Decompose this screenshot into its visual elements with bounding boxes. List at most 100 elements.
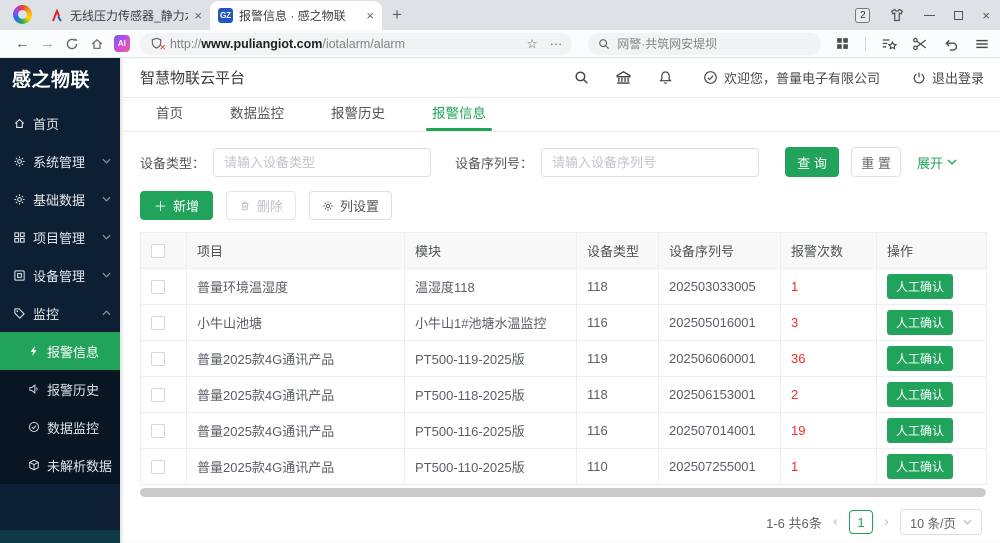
cell-alarm-count: 19 bbox=[781, 413, 877, 449]
columns-label: 列设置 bbox=[340, 196, 379, 215]
browser-search-input[interactable] bbox=[617, 37, 797, 51]
cell-project: 普量环境温湿度 bbox=[187, 269, 405, 305]
home-button[interactable] bbox=[85, 37, 110, 51]
tab-alarm-info[interactable]: 报警信息 bbox=[426, 102, 492, 131]
column-settings-button[interactable]: 列设置 bbox=[309, 191, 392, 220]
bookmark-star-icon[interactable]: ☆ bbox=[526, 36, 537, 51]
theme-shirt-icon[interactable] bbox=[889, 7, 905, 23]
tab-home[interactable]: 首页 bbox=[150, 102, 189, 131]
reload-button[interactable] bbox=[60, 37, 85, 51]
cell-module: PT500-116-2025版 bbox=[405, 413, 577, 449]
security-warning-x-icon: ✕ bbox=[159, 43, 166, 52]
filter-row: 设备类型： 设备序列号： 查 询 重 置 展开 bbox=[140, 147, 986, 177]
undo-history-icon[interactable] bbox=[943, 36, 959, 52]
user-welcome[interactable]: 欢迎您，普量电子有限公司 bbox=[703, 68, 880, 87]
ai-assistant-icon[interactable]: AI bbox=[114, 35, 130, 52]
gear-icon bbox=[13, 155, 26, 168]
serial-input[interactable] bbox=[541, 148, 759, 177]
next-page-button[interactable]: › bbox=[884, 515, 889, 530]
sidebar-item-label: 系统管理 bbox=[33, 152, 85, 171]
trash-icon bbox=[239, 200, 251, 212]
manual-confirm-button[interactable]: 人工确认 bbox=[887, 382, 953, 407]
sidebar: 感之物联 首页 系统管理 基础数据 项目管理 设备管理 监控 bbox=[0, 58, 120, 543]
sidebar-item-data-monitor[interactable]: 数据监控 bbox=[0, 408, 120, 446]
current-page-button[interactable]: 1 bbox=[849, 510, 873, 534]
sidebar-item-alarm-history[interactable]: 报警历史 bbox=[0, 370, 120, 408]
expand-toggle[interactable]: 展开 bbox=[917, 153, 957, 172]
more-options-icon[interactable]: ··· bbox=[550, 37, 563, 51]
close-window-button[interactable]: × bbox=[982, 8, 990, 23]
browser-logo-icon[interactable] bbox=[13, 5, 32, 24]
select-all-checkbox[interactable] bbox=[151, 244, 165, 258]
header-search-icon[interactable] bbox=[574, 70, 589, 85]
delete-button[interactable]: 删除 bbox=[226, 191, 296, 220]
sidebar-item-system-mgmt[interactable]: 系统管理 bbox=[0, 142, 120, 180]
search-button[interactable]: 查 询 bbox=[785, 147, 839, 177]
browser-tab-inactive[interactable]: 无线压力传感器_静力水准仪 × bbox=[42, 1, 210, 30]
favorites-list-icon[interactable] bbox=[881, 36, 897, 52]
row-checkbox[interactable] bbox=[151, 460, 165, 474]
table-row: 普量环境温湿度 温湿度118 118 202503033005 1 人工确认 bbox=[141, 269, 987, 305]
sidebar-item-base-data[interactable]: 基础数据 bbox=[0, 180, 120, 218]
browser-search-box[interactable] bbox=[588, 33, 821, 55]
notifications-bell-icon[interactable] bbox=[658, 70, 673, 85]
home-icon bbox=[13, 117, 26, 130]
row-checkbox[interactable] bbox=[151, 316, 165, 330]
cell-serial: 202503033005 bbox=[659, 269, 781, 305]
sidebar-item-monitor[interactable]: 监控 bbox=[0, 294, 120, 332]
device-type-input[interactable] bbox=[213, 148, 431, 177]
cell-module: 温湿度118 bbox=[405, 269, 577, 305]
sidebar-item-device-mgmt[interactable]: 设备管理 bbox=[0, 256, 120, 294]
organization-icon[interactable] bbox=[615, 69, 632, 86]
forward-button[interactable]: → bbox=[35, 35, 60, 52]
apps-grid-icon[interactable] bbox=[835, 36, 850, 51]
gear-icon bbox=[322, 200, 334, 212]
address-bar[interactable]: ✕ http://www.puliangiot.com/iotalarm/ala… bbox=[140, 33, 572, 55]
row-checkbox[interactable] bbox=[151, 388, 165, 402]
page-size-select[interactable]: 10 条/页 bbox=[900, 509, 982, 535]
toolbar-right-icons bbox=[835, 36, 990, 52]
table-row: 普量2025款4G通讯产品 PT500-119-2025版 119 202506… bbox=[141, 341, 987, 377]
app-header: 智慧物联云平台 欢迎您，普量电子有限公司 退出登录 bbox=[120, 58, 1000, 98]
logout-button[interactable]: 退出登录 bbox=[912, 68, 984, 87]
logout-label: 退出登录 bbox=[932, 68, 984, 87]
row-checkbox[interactable] bbox=[151, 280, 165, 294]
sidebar-item-home[interactable]: 首页 bbox=[0, 104, 120, 142]
manual-confirm-button[interactable]: 人工确认 bbox=[887, 274, 953, 299]
sidebar-item-unparsed-data[interactable]: 未解析数据 bbox=[0, 446, 120, 484]
row-checkbox[interactable] bbox=[151, 424, 165, 438]
sidebar-item-project-mgmt[interactable]: 项目管理 bbox=[0, 218, 120, 256]
tab-title: 报警信息 · 感之物联 bbox=[239, 7, 360, 24]
add-button[interactable]: ＋ 新增 bbox=[140, 191, 213, 220]
manual-confirm-button[interactable]: 人工确认 bbox=[887, 310, 953, 335]
minimize-button[interactable] bbox=[924, 15, 935, 16]
tab-alarm-history[interactable]: 报警历史 bbox=[325, 102, 391, 131]
sidebar-item-alarm-info[interactable]: 报警信息 bbox=[0, 332, 120, 370]
prev-page-button[interactable]: ‹ bbox=[833, 515, 838, 530]
cell-project: 普量2025款4G通讯产品 bbox=[187, 377, 405, 413]
cell-serial: 202506060001 bbox=[659, 341, 781, 377]
back-button[interactable]: ← bbox=[10, 35, 35, 52]
manual-confirm-button[interactable]: 人工确认 bbox=[887, 454, 953, 479]
tab-close-icon[interactable]: × bbox=[194, 9, 202, 22]
tab-count-badge[interactable]: 2 bbox=[855, 8, 870, 23]
chevron-down-icon bbox=[947, 159, 957, 165]
table-header-row: 项目 模块 设备类型 设备序列号 报警次数 操作 bbox=[141, 233, 987, 269]
manual-confirm-button[interactable]: 人工确认 bbox=[887, 418, 953, 443]
site-security-icon[interactable]: ✕ bbox=[150, 37, 163, 50]
table-row: 普量2025款4G通讯产品 PT500-110-2025版 110 202507… bbox=[141, 449, 987, 485]
reset-button[interactable]: 重 置 bbox=[851, 147, 901, 177]
new-tab-button[interactable]: + bbox=[392, 5, 402, 25]
cell-project: 普量2025款4G通讯产品 bbox=[187, 413, 405, 449]
browser-tab-active[interactable]: GZ 报警信息 · 感之物联 × bbox=[210, 1, 382, 30]
menu-hamburger-icon[interactable] bbox=[974, 36, 990, 52]
row-checkbox[interactable] bbox=[151, 352, 165, 366]
horizontal-scrollbar-thumb[interactable] bbox=[140, 488, 986, 497]
tab-close-icon[interactable]: × bbox=[366, 9, 374, 22]
table-row: 普量2025款4G通讯产品 PT500-116-2025版 116 202507… bbox=[141, 413, 987, 449]
maximize-button[interactable] bbox=[954, 11, 963, 20]
tab-data-monitor[interactable]: 数据监控 bbox=[224, 102, 290, 131]
manual-confirm-button[interactable]: 人工确认 bbox=[887, 346, 953, 371]
chevron-down-icon bbox=[963, 519, 972, 525]
screenshot-scissors-icon[interactable] bbox=[912, 36, 928, 52]
